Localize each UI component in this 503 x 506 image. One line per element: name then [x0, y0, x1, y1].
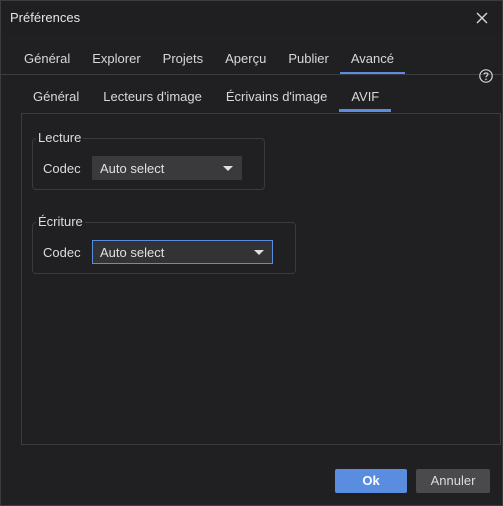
reading-codec-select[interactable]: Auto select — [92, 156, 242, 180]
chevron-down-icon — [223, 166, 233, 171]
tab-general[interactable]: Général — [13, 46, 81, 74]
tab-avance[interactable]: Avancé — [339, 46, 406, 75]
title-bar: Préférences — [1, 1, 502, 35]
chevron-down-icon — [254, 250, 264, 255]
subtab-avif[interactable]: AVIF — [339, 85, 392, 112]
reading-group: Lecture Codec Auto select — [32, 130, 265, 190]
tab-apercu[interactable]: Aperçu — [214, 46, 277, 74]
cancel-button[interactable]: Annuler — [416, 469, 490, 493]
help-icon[interactable] — [479, 69, 493, 83]
writing-group: Écriture Codec Auto select — [32, 214, 296, 274]
main-tabs: Général Explorer Projets Aperçu Publier … — [13, 46, 406, 75]
writing-codec-value: Auto select — [100, 245, 165, 260]
writing-group-title: Écriture — [36, 214, 85, 229]
tab-divider — [1, 74, 502, 75]
window-title: Préférences — [10, 10, 81, 25]
tab-projets[interactable]: Projets — [152, 46, 214, 74]
writing-codec-label: Codec — [43, 245, 81, 260]
subtab-lecteurs-image[interactable]: Lecteurs d'image — [91, 85, 214, 111]
reading-codec-value: Auto select — [100, 161, 165, 176]
reading-codec-label: Codec — [43, 161, 81, 176]
close-icon[interactable] — [472, 8, 492, 28]
tab-publier[interactable]: Publier — [277, 46, 339, 74]
reading-group-title: Lecture — [36, 130, 84, 145]
subtab-ecrivains-image[interactable]: Écrivains d'image — [214, 85, 339, 111]
sub-tabs: Général Lecteurs d'image Écrivains d'ima… — [21, 85, 392, 112]
subtab-general[interactable]: Général — [21, 85, 91, 111]
tab-explorer[interactable]: Explorer — [81, 46, 151, 74]
preferences-window: Préférences Général Explorer Projets Ape… — [0, 0, 503, 506]
ok-button[interactable]: Ok — [335, 469, 407, 493]
avif-settings-panel: Lecture Codec Auto select Écriture Codec… — [21, 113, 501, 445]
writing-codec-select[interactable]: Auto select — [92, 240, 273, 264]
